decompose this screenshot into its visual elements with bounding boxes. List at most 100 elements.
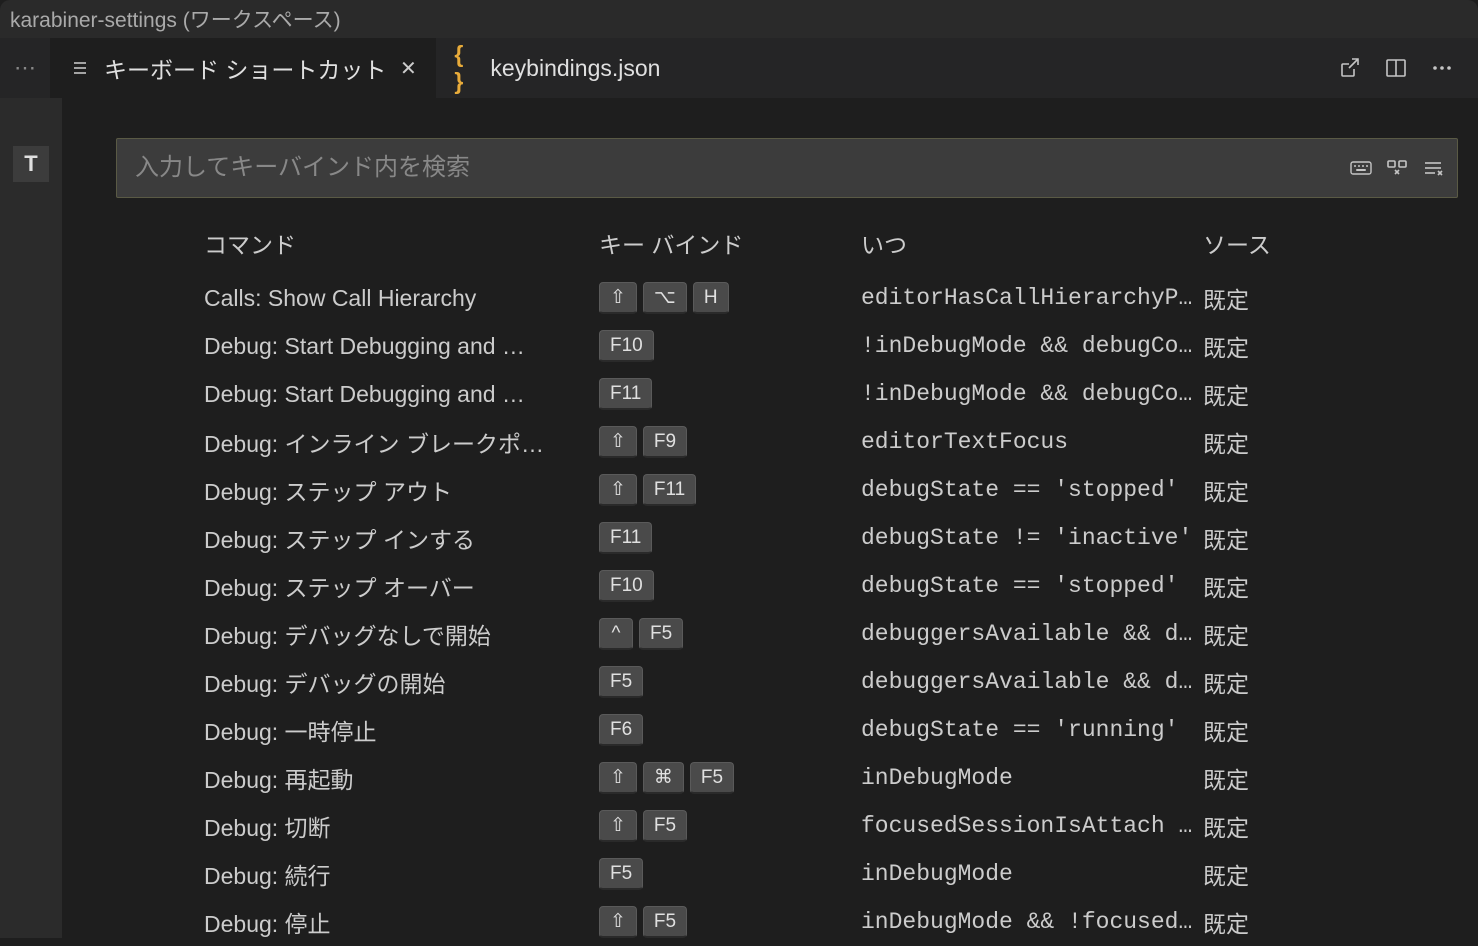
main-area: T (0, 98, 1478, 938)
key-cap: ⌥ (643, 282, 687, 314)
keybindings-table: コマンド キー バインド いつ ソース Calls: Show Call Hie… (116, 226, 1458, 946)
tabs-container: キーボード ショートカット ✕ { } keybindings.json (50, 38, 678, 98)
key-cap: F9 (643, 426, 687, 458)
key-cap: F5 (643, 906, 687, 938)
cell-when: editorTextFocus (861, 429, 1203, 455)
table-row[interactable]: Debug: インライン ブレークポ…⇧F9editorTextFocus既定 (116, 418, 1458, 466)
cell-when: inDebugMode && !focused… (861, 909, 1203, 935)
sort-precedence-icon[interactable] (1384, 155, 1410, 181)
cell-command: Debug: 一時停止 (204, 713, 599, 747)
table-header: コマンド キー バインド いつ ソース (116, 226, 1458, 274)
cell-keybinding: F10 (599, 570, 861, 602)
key-cap: ⇧ (599, 906, 637, 938)
cell-keybinding: F6 (599, 714, 861, 746)
cell-when: debugState == 'running' (861, 717, 1203, 743)
content-area: コマンド キー バインド いつ ソース Calls: Show Call Hie… (62, 98, 1478, 938)
tab-keybindings-json[interactable]: { } keybindings.json (436, 38, 678, 98)
search-container (116, 138, 1458, 198)
header-source[interactable]: ソース (1203, 226, 1370, 260)
cell-keybinding: ⇧F11 (599, 474, 861, 506)
cell-when: debugState != 'inactive' (861, 525, 1203, 551)
cell-when: inDebugMode (861, 861, 1203, 887)
tab-keyboard-shortcuts[interactable]: キーボード ショートカット ✕ (50, 38, 436, 98)
table-row[interactable]: Debug: Start Debugging and …F11 !inDebugM… (116, 370, 1458, 418)
cell-keybinding: F10 (599, 330, 861, 362)
table-row[interactable]: Debug: ステップ インするF11debugState != 'inacti… (116, 514, 1458, 562)
table-row[interactable]: Debug: Start Debugging and …F10 !inDebugM… (116, 322, 1458, 370)
cell-source: 既定 (1203, 617, 1370, 651)
cell-when: editorHasCallHierarchyP… (861, 285, 1203, 311)
cell-keybinding: F11 (599, 522, 861, 554)
key-cap: F11 (599, 378, 652, 410)
cell-command: Debug: Start Debugging and … (204, 333, 599, 360)
table-row[interactable]: Calls: Show Call Hierarchy⇧⌥HeditorHasCa… (116, 274, 1458, 322)
cell-command: Debug: 切断 (204, 809, 599, 843)
search-actions (1348, 155, 1446, 181)
tab-label: キーボード ショートカット (104, 51, 386, 85)
cell-source: 既定 (1203, 473, 1370, 507)
open-file-icon[interactable] (1336, 54, 1364, 82)
key-cap: F11 (599, 522, 652, 554)
table-row[interactable]: Debug: 続行F5inDebugMode既定 (116, 850, 1458, 898)
cell-keybinding: ⇧F5 (599, 906, 861, 938)
cell-command: Debug: Start Debugging and … (204, 381, 599, 408)
header-when[interactable]: いつ (861, 226, 1203, 260)
list-icon (68, 58, 92, 78)
tab-overflow-indicator[interactable]: ⋯ (0, 55, 50, 81)
cell-keybinding: ^F5 (599, 618, 861, 650)
key-cap: ⇧ (599, 282, 637, 314)
cell-source: 既定 (1203, 521, 1370, 555)
window-title: karabiner-settings (ワークスペース) (10, 4, 341, 34)
table-row[interactable]: Debug: ステップ オーバーF10debugState == 'stoppe… (116, 562, 1458, 610)
cell-source: 既定 (1203, 713, 1370, 747)
close-icon[interactable]: ✕ (398, 56, 418, 81)
key-cap: ⇧ (599, 762, 637, 794)
record-keys-icon[interactable] (1348, 155, 1374, 181)
clear-filter-icon[interactable] (1420, 155, 1446, 181)
cell-when: debuggersAvailable && d… (861, 621, 1203, 647)
cell-source: 既定 (1203, 857, 1370, 891)
cell-when: !inDebugMode && debugCo… (861, 381, 1203, 407)
table-row[interactable]: Debug: 停止⇧F5inDebugMode && !focused…既定 (116, 898, 1458, 946)
key-cap: F6 (599, 714, 643, 746)
cell-source: 既定 (1203, 809, 1370, 843)
tab-bar-actions (1336, 54, 1478, 82)
split-editor-icon[interactable] (1382, 54, 1410, 82)
cell-keybinding: F5 (599, 858, 861, 890)
header-keybinding[interactable]: キー バインド (599, 226, 861, 260)
cell-source: 既定 (1203, 377, 1370, 411)
table-body: Calls: Show Call Hierarchy⇧⌥HeditorHasCa… (116, 274, 1458, 946)
key-cap: ⇧ (599, 426, 637, 458)
table-row[interactable]: Debug: 再起動⇧⌘F5inDebugMode既定 (116, 754, 1458, 802)
key-cap: ⌘ (643, 762, 684, 794)
cell-command: Calls: Show Call Hierarchy (204, 285, 599, 312)
cell-when: debugState == 'stopped' (861, 477, 1203, 503)
table-row[interactable]: Debug: 一時停止F6 debugState == 'running'既定 (116, 706, 1458, 754)
key-cap: F10 (599, 330, 654, 362)
cell-when: debuggersAvailable && d… (861, 669, 1203, 695)
table-row[interactable]: Debug: 切断⇧F5focusedSessionIsAttach …既定 (116, 802, 1458, 850)
table-row[interactable]: Debug: デバッグの開始F5debuggersAvailable && d…… (116, 658, 1458, 706)
search-input[interactable] (116, 138, 1458, 198)
braces-icon: { } (454, 41, 478, 95)
cell-keybinding: ⇧⌘F5 (599, 762, 861, 794)
window-title-bar: karabiner-settings (ワークスペース) (0, 0, 1478, 38)
cell-source: 既定 (1203, 905, 1370, 939)
table-row[interactable]: Debug: デバッグなしで開始^F5debuggersAvailable &&… (116, 610, 1458, 658)
cell-keybinding: F11 (599, 378, 861, 410)
cell-source: 既定 (1203, 281, 1370, 315)
cell-when: !inDebugMode && debugCo… (861, 333, 1203, 359)
cell-source: 既定 (1203, 761, 1370, 795)
key-cap: ⇧ (599, 474, 637, 506)
cell-when: debugState == 'stopped' (861, 573, 1203, 599)
table-row[interactable]: Debug: ステップ アウト⇧F11debugState == 'stoppe… (116, 466, 1458, 514)
gutter-marker[interactable]: T (13, 146, 49, 182)
key-cap: F5 (639, 618, 683, 650)
cell-keybinding: ⇧⌥H (599, 282, 861, 314)
header-command[interactable]: コマンド (204, 226, 599, 260)
key-cap: ^ (599, 618, 633, 650)
cell-keybinding: F5 (599, 666, 861, 698)
cell-source: 既定 (1203, 665, 1370, 699)
tab-label: keybindings.json (490, 55, 660, 82)
more-actions-icon[interactable] (1428, 54, 1456, 82)
